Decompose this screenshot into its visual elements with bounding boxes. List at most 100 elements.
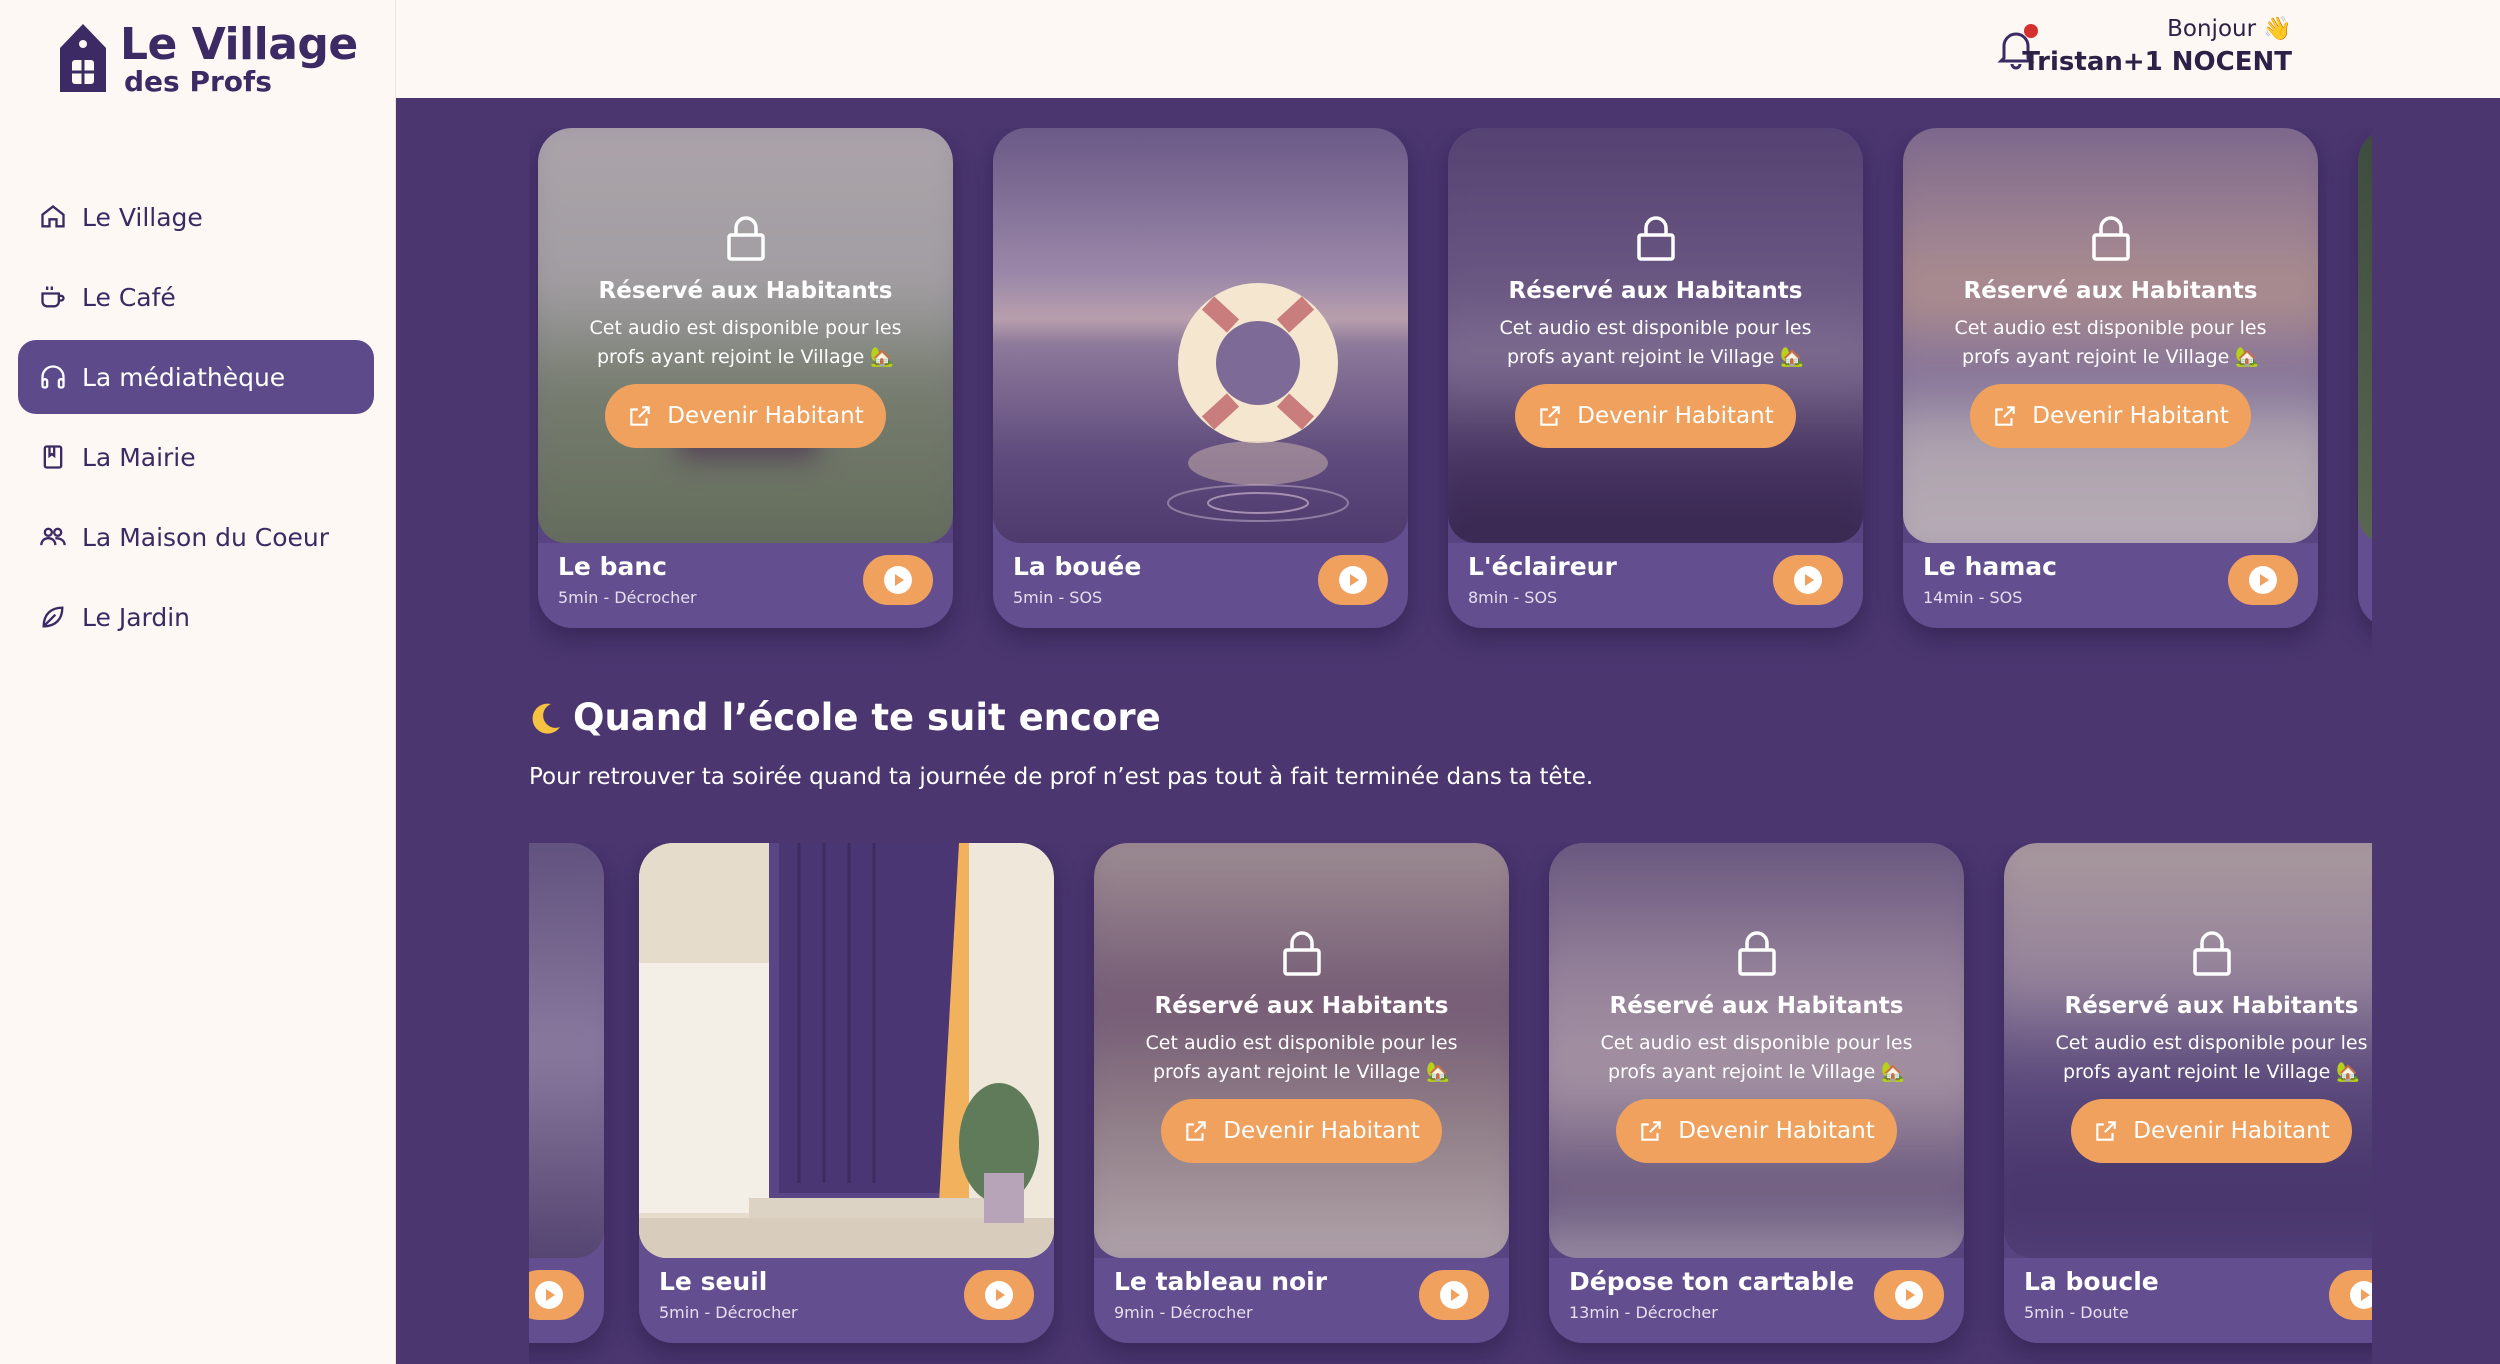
lock-icon bbox=[2192, 931, 2231, 976]
cta-label: Devenir Habitant bbox=[667, 403, 864, 429]
cta-label: Devenir Habitant bbox=[2032, 403, 2229, 429]
card-meta: 8min - SOS bbox=[1468, 588, 1558, 607]
card-meta: 9min - Décrocher bbox=[1114, 1303, 1253, 1322]
house-logo-icon bbox=[60, 24, 106, 92]
sidebar-nav: Le Village Le Café La médiathèque La Mai… bbox=[18, 180, 374, 660]
sidebar: Le Village des Profs Le Village Le Café … bbox=[0, 0, 396, 1364]
logo-subtitle: des Profs bbox=[124, 65, 272, 98]
card-image bbox=[639, 843, 1054, 1258]
play-button[interactable] bbox=[1419, 1270, 1489, 1320]
locked-description: Cet audio est disponible pour les profs … bbox=[2055, 1032, 2368, 1083]
play-icon bbox=[535, 1281, 563, 1309]
play-button[interactable] bbox=[1773, 555, 1843, 605]
become-member-button[interactable]: Devenir Habitant bbox=[1515, 384, 1796, 448]
locked-description: Cet audio est disponible pour les profs … bbox=[1600, 1032, 1913, 1083]
play-button[interactable] bbox=[2228, 555, 2298, 605]
coffee-icon bbox=[38, 282, 68, 312]
audio-card-le-hamac[interactable]: Réservé aux Habitants Cet audio est disp… bbox=[1903, 128, 2318, 628]
audio-card-depose-ton-cartable[interactable]: Réservé aux Habitants Cet audio est disp… bbox=[1549, 843, 1964, 1343]
card-meta: 5min - Doute bbox=[2024, 1303, 2129, 1322]
locked-description: Cet audio est disponible pour les profs … bbox=[1145, 1032, 1458, 1083]
play-button[interactable] bbox=[863, 555, 933, 605]
audio-card-le-seuil[interactable]: Le seuil 5min - Décrocher bbox=[639, 843, 1054, 1343]
play-icon bbox=[1794, 566, 1822, 594]
external-link-icon bbox=[1540, 406, 1561, 426]
lock-icon bbox=[1282, 931, 1321, 976]
locked-description: Cet audio est disponible pour les profs … bbox=[1954, 317, 2267, 368]
sidebar-item-mediatheque[interactable]: La médiathèque bbox=[18, 340, 374, 414]
sidebar-item-village[interactable]: Le Village bbox=[18, 180, 374, 254]
locked-overlay: Réservé aux Habitants Cet audio est disp… bbox=[2004, 843, 2372, 1258]
external-link-icon bbox=[630, 406, 651, 426]
card-title: Le seuil bbox=[659, 1267, 768, 1296]
sidebar-item-maison-du-coeur[interactable]: La Maison du Coeur bbox=[18, 500, 374, 574]
play-button[interactable] bbox=[2329, 1270, 2372, 1320]
greeting-text: Bonjour 👋 bbox=[2167, 16, 2292, 42]
card-meta: 5min - SOS bbox=[1013, 588, 1103, 607]
sidebar-item-cafe[interactable]: Le Café bbox=[18, 260, 374, 334]
audio-card-partial-previous[interactable] bbox=[529, 843, 604, 1343]
locked-title: Réservé aux Habitants bbox=[1154, 993, 1449, 1019]
card-image bbox=[2358, 128, 2372, 543]
logo[interactable]: Le Village des Profs bbox=[58, 22, 358, 96]
card-meta: 14min - SOS bbox=[1923, 588, 2023, 607]
sidebar-item-label: Le Café bbox=[82, 282, 176, 312]
play-icon bbox=[1339, 566, 1367, 594]
locked-overlay: Réservé aux Habitants Cet audio est disp… bbox=[1903, 128, 2318, 543]
card-title: L'éclaireur bbox=[1468, 552, 1617, 581]
external-link-icon bbox=[1641, 1121, 1662, 1141]
locked-overlay: Réservé aux Habitants Cet audio est disp… bbox=[1549, 843, 1964, 1258]
user-name: Tristan+1 NOCENT bbox=[2022, 47, 2292, 77]
become-member-button[interactable]: Devenir Habitant bbox=[2071, 1099, 2352, 1163]
external-link-icon bbox=[2096, 1121, 2117, 1141]
play-button[interactable] bbox=[964, 1270, 1034, 1320]
audio-carousel-2[interactable]: Le seuil 5min - Décrocher Réservé aux Ha… bbox=[529, 843, 2372, 1364]
card-image bbox=[529, 843, 604, 1258]
external-link-icon bbox=[1995, 406, 2016, 426]
sidebar-item-label: La médiathèque bbox=[82, 362, 286, 392]
card-title: Le hamac bbox=[1923, 552, 2057, 581]
users-icon bbox=[38, 522, 68, 552]
lock-icon bbox=[726, 216, 765, 261]
become-member-button[interactable]: Devenir Habitant bbox=[1161, 1099, 1442, 1163]
card-title: La boucle bbox=[2024, 1267, 2159, 1296]
play-icon bbox=[1895, 1281, 1923, 1309]
lock-icon bbox=[1636, 216, 1675, 261]
play-icon bbox=[985, 1281, 1013, 1309]
locked-description: Cet audio est disponible pour les profs … bbox=[589, 317, 902, 368]
sidebar-item-mairie[interactable]: La Mairie bbox=[18, 420, 374, 494]
sidebar-item-jardin[interactable]: Le Jardin bbox=[18, 580, 374, 654]
section-description: Pour retrouver ta soirée quand ta journé… bbox=[529, 764, 1594, 790]
section-title: Quand l’école te suit encore bbox=[529, 696, 1161, 739]
audio-card-la-bouee[interactable]: La bouée 5min - SOS bbox=[993, 128, 1408, 628]
become-member-button[interactable]: Devenir Habitant bbox=[605, 384, 886, 448]
logo-title: Le Village bbox=[120, 19, 358, 70]
audio-card-le-banc[interactable]: Réservé aux Habitants Cet audio est disp… bbox=[538, 128, 953, 628]
locked-title: Réservé aux Habitants bbox=[1963, 278, 2258, 304]
cta-label: Devenir Habitant bbox=[1577, 403, 1774, 429]
headphones-icon bbox=[38, 362, 68, 392]
top-bar: Bonjour 👋 Tristan+1 NOCENT bbox=[396, 0, 2500, 98]
become-member-button[interactable]: Devenir Habitant bbox=[1616, 1099, 1897, 1163]
home-icon bbox=[38, 202, 68, 232]
card-title: Le tableau noir bbox=[1114, 1267, 1328, 1296]
locked-title: Réservé aux Habitants bbox=[1508, 278, 1803, 304]
audio-card-partial[interactable] bbox=[2358, 128, 2372, 628]
user-greeting[interactable]: Bonjour 👋 Tristan+1 NOCENT bbox=[2022, 14, 2292, 80]
audio-card-leclaireur[interactable]: Réservé aux Habitants Cet audio est disp… bbox=[1448, 128, 1863, 628]
section-title-text: Quand l’école te suit encore bbox=[573, 696, 1161, 739]
audio-card-le-tableau-noir[interactable]: Réservé aux Habitants Cet audio est disp… bbox=[1094, 843, 1509, 1343]
play-icon bbox=[2249, 566, 2277, 594]
crescent-moon-icon bbox=[532, 703, 560, 734]
sidebar-item-label: Le Jardin bbox=[82, 602, 191, 632]
card-image bbox=[993, 128, 1408, 543]
play-button[interactable] bbox=[529, 1270, 584, 1320]
audio-card-la-boucle[interactable]: Réservé aux Habitants Cet audio est disp… bbox=[2004, 843, 2372, 1343]
play-button[interactable] bbox=[1318, 555, 1388, 605]
lock-icon bbox=[1737, 931, 1776, 976]
audio-carousel-1[interactable]: Réservé aux Habitants Cet audio est disp… bbox=[529, 128, 2372, 668]
cta-label: Devenir Habitant bbox=[2133, 1118, 2330, 1144]
play-button[interactable] bbox=[1874, 1270, 1944, 1320]
lock-icon bbox=[2091, 216, 2130, 261]
become-member-button[interactable]: Devenir Habitant bbox=[1970, 384, 2251, 448]
